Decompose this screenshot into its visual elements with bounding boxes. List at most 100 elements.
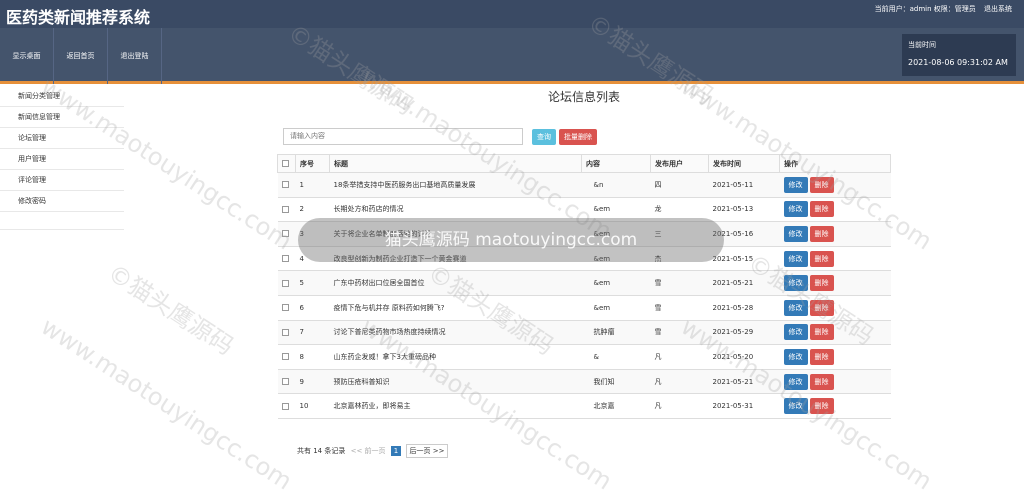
row-select-cell[interactable] [277, 393, 296, 419]
logout-link[interactable]: 退出系统 [984, 5, 1012, 13]
nav-home[interactable]: 返回首页 [54, 28, 108, 84]
query-button[interactable]: 查询 [532, 129, 556, 145]
edit-button[interactable]: 修改 [783, 250, 808, 267]
row-select-cell[interactable] [277, 172, 296, 198]
table-row: 1 18条举措支持中医药服务出口基地高质量发展 &n 四 2021-05-11 修改 删除 [277, 172, 891, 198]
row-content: 北京嘉 [581, 393, 651, 419]
delete-button[interactable]: 删除 [809, 275, 834, 292]
search-input[interactable] [283, 128, 523, 145]
row-select-cell[interactable] [277, 344, 296, 370]
sidebar: 新闻分类管理 新闻信息管理 论坛管理 用户管理 评论管理 修改密码 [0, 86, 124, 230]
sidebar-item-news-category[interactable]: 新闻分类管理 [0, 86, 124, 107]
delete-button[interactable]: 删除 [809, 373, 834, 390]
row-id: 6 [295, 295, 330, 321]
batch-delete-button[interactable]: 批量删除 [559, 129, 597, 145]
delete-button[interactable]: 删除 [809, 176, 834, 193]
row-actions: 修改 删除 [779, 172, 891, 198]
row-user: 雪 [650, 320, 709, 346]
row-date: 2021-05-31 [708, 393, 780, 419]
delete-button[interactable]: 删除 [809, 324, 834, 341]
row-select-cell[interactable] [277, 270, 296, 296]
row-checkbox[interactable] [281, 353, 289, 361]
row-actions: 修改 删除 [779, 270, 891, 296]
sidebar-item-forum[interactable]: 论坛管理 [0, 128, 124, 149]
edit-button[interactable]: 修改 [783, 176, 808, 193]
row-checkbox[interactable] [281, 230, 289, 238]
edit-button[interactable]: 修改 [783, 225, 808, 242]
watermark: www.maotouyingcc.com [36, 312, 297, 496]
col-user: 发布用户 [650, 154, 709, 173]
row-checkbox[interactable] [281, 205, 289, 213]
table-row: 9 预防压疮科普知识 我们知凡 2021-05-21 修改 删除 [277, 369, 891, 395]
delete-button[interactable]: 删除 [809, 398, 834, 415]
user-info: 当前用户：admin 权限：管理员 退出系统 [875, 4, 1012, 14]
row-checkbox[interactable] [281, 279, 289, 287]
delete-button[interactable]: 删除 [809, 225, 834, 242]
row-date: 2021-05-21 [708, 369, 780, 395]
edit-button[interactable]: 修改 [783, 398, 808, 415]
delete-button[interactable]: 删除 [809, 299, 834, 316]
nav-show-desktop[interactable]: 显示桌面 [0, 28, 54, 84]
table-row: 6 疫情下危与机并存 原料药如何腾飞? &em 雪 2021-05-28 修改 删除 [277, 295, 891, 321]
edit-button[interactable]: 修改 [783, 324, 808, 341]
row-user: 四 [650, 172, 709, 198]
row-content: 我们知 [581, 369, 651, 395]
row-select-cell[interactable] [277, 197, 296, 223]
row-date: 2021-05-13 [708, 197, 780, 223]
delete-button[interactable]: 删除 [809, 348, 834, 365]
row-date: 2021-05-11 [708, 172, 780, 198]
row-user: 凡 [650, 344, 709, 370]
row-checkbox[interactable] [281, 181, 289, 189]
row-checkbox[interactable] [281, 328, 289, 336]
sidebar-item-password[interactable]: 修改密码 [0, 191, 124, 212]
row-title: 讨论下普尼类药物市场热度持续情况 [329, 320, 582, 346]
current-page[interactable]: 1 [390, 446, 402, 456]
prev-page-link[interactable]: << 前一页 [351, 447, 386, 455]
edit-button[interactable]: 修改 [783, 201, 808, 218]
col-title: 标题 [329, 154, 582, 173]
edit-button[interactable]: 修改 [783, 373, 808, 390]
row-date: 2021-05-20 [708, 344, 780, 370]
row-select-cell[interactable] [277, 320, 296, 346]
forum-table: 序号 标题 内容 发布用户 发布时间 操作 1 18条举措支持中医药服务出口基地高… [277, 154, 891, 419]
sidebar-item-news-info[interactable]: 新闻信息管理 [0, 107, 124, 128]
time-label: 当前时间 [908, 41, 936, 49]
row-actions: 修改 删除 [779, 320, 891, 346]
edit-button[interactable]: 修改 [783, 348, 808, 365]
watermark-overlay: 猫头鹰源码 maotouyingcc.com [298, 218, 724, 262]
row-checkbox[interactable] [281, 402, 289, 410]
nav-logout[interactable]: 退出登陆 [108, 28, 162, 84]
row-select-cell[interactable] [277, 246, 296, 272]
row-checkbox[interactable] [281, 378, 289, 386]
row-select-cell[interactable] [277, 369, 296, 395]
sidebar-item-users[interactable]: 用户管理 [0, 149, 124, 170]
row-id: 9 [295, 369, 330, 395]
select-all-cell[interactable] [277, 154, 296, 173]
row-actions: 修改 删除 [779, 197, 891, 223]
edit-button[interactable]: 修改 [783, 275, 808, 292]
col-date: 发布时间 [708, 154, 780, 173]
row-id: 1 [295, 172, 330, 198]
row-id: 8 [295, 344, 330, 370]
table-row: 5 广东中药材出口位居全国首位 &em 雪 2021-05-21 修改 删除 [277, 270, 891, 296]
row-checkbox[interactable] [281, 304, 289, 312]
next-page-link[interactable]: 后一页 >> [405, 444, 449, 458]
row-content: & [581, 344, 651, 370]
row-actions: 修改 删除 [779, 295, 891, 321]
row-select-cell[interactable] [277, 295, 296, 321]
row-user: 雪 [650, 295, 709, 321]
delete-button[interactable]: 删除 [809, 250, 834, 267]
nav-bar: 显示桌面 返回首页 退出登陆 [0, 28, 1024, 84]
delete-button[interactable]: 删除 [809, 201, 834, 218]
row-checkbox[interactable] [281, 255, 289, 263]
row-select-cell[interactable] [277, 221, 296, 247]
sidebar-item-comments[interactable]: 评论管理 [0, 170, 124, 191]
edit-button[interactable]: 修改 [783, 299, 808, 316]
select-all-checkbox[interactable] [282, 160, 289, 167]
row-date: 2021-05-28 [708, 295, 780, 321]
row-id: 10 [295, 393, 330, 419]
row-actions: 修改 删除 [779, 369, 891, 395]
table-header-row: 序号 标题 内容 发布用户 发布时间 操作 [277, 154, 891, 173]
row-actions: 修改 删除 [779, 393, 891, 419]
table-row: 8 山东药企发威！拿下3大重磅品种 & 凡 2021-05-20 修改 删除 [277, 344, 891, 370]
